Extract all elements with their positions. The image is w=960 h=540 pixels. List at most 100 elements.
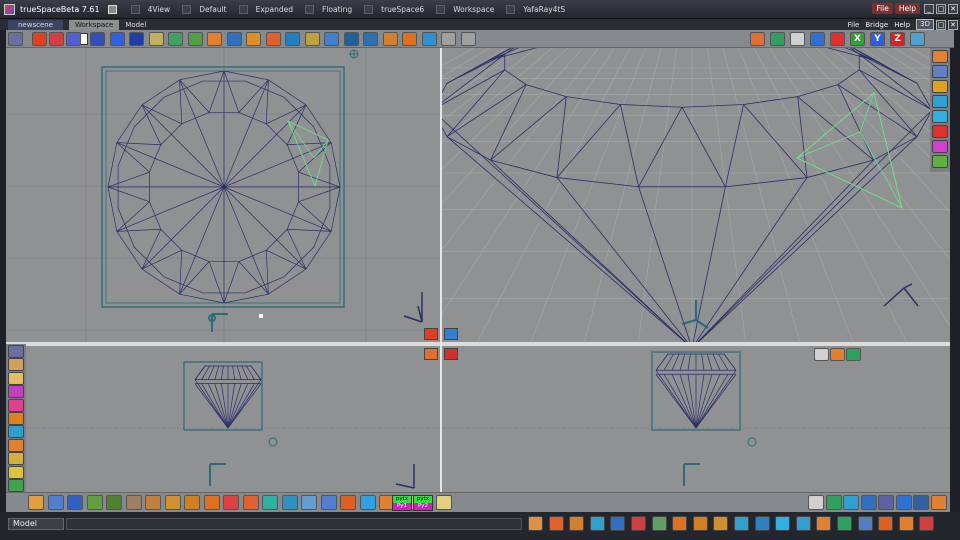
scale-icon[interactable] — [569, 516, 585, 531]
minimize-button[interactable]: _ — [924, 3, 934, 14]
viewport-top[interactable] — [6, 48, 440, 342]
toolbar-icon[interactable] — [8, 345, 24, 358]
atom-icon[interactable] — [932, 110, 948, 123]
cylinder-icon[interactable] — [8, 425, 24, 439]
move-icon[interactable] — [528, 516, 543, 531]
close-button[interactable]: ✕ — [948, 3, 958, 14]
weld-icon[interactable] — [402, 32, 417, 46]
z-axis-icon[interactable]: Z — [890, 32, 905, 46]
hand-icon[interactable] — [436, 495, 452, 510]
material-icon[interactable] — [246, 32, 261, 46]
weld-icon[interactable] — [589, 516, 605, 531]
target-icon[interactable] — [262, 495, 278, 510]
python-script-button[interactable]: pytx Py1 — [392, 495, 412, 511]
x-axis-icon[interactable]: X — [850, 32, 865, 46]
grid-icon[interactable] — [790, 32, 805, 46]
toolbar-menu-icon[interactable] — [8, 32, 23, 46]
dna-icon[interactable] — [359, 495, 376, 510]
earth-icon[interactable] — [145, 495, 161, 510]
layout-tab-truespace6[interactable]: trueSpace6 — [358, 0, 430, 19]
scale-icon[interactable] — [363, 32, 378, 46]
cube-icon[interactable] — [898, 516, 914, 531]
glass-icon[interactable] — [754, 516, 770, 531]
options-icon[interactable] — [910, 32, 925, 46]
flip-icon[interactable] — [631, 516, 646, 531]
layout-tab-default[interactable]: Default — [176, 0, 232, 19]
tab-workspace[interactable]: Workspace — [69, 19, 120, 30]
rewind-icon[interactable] — [49, 32, 64, 46]
y-axis-icon[interactable]: Y — [870, 32, 885, 46]
lights-icon[interactable] — [207, 32, 222, 46]
wood-icon[interactable] — [164, 495, 181, 510]
cursor-icon[interactable] — [808, 495, 824, 510]
plant-icon[interactable] — [86, 495, 103, 510]
paint-icon[interactable] — [187, 32, 203, 46]
close-button-2[interactable]: ✕ — [948, 19, 958, 30]
warp-icon[interactable] — [878, 516, 894, 531]
gem-tool-icon[interactable] — [830, 348, 845, 361]
viewport-splitter-horizontal[interactable] — [6, 342, 950, 346]
frame-icon[interactable] — [830, 32, 845, 46]
menu-file[interactable]: File — [872, 3, 893, 14]
stone-icon[interactable] — [125, 495, 142, 510]
pen-icon[interactable] — [223, 495, 239, 510]
wave-icon[interactable] — [281, 495, 298, 510]
lasso-icon[interactable] — [8, 358, 24, 372]
cut-icon[interactable] — [610, 516, 626, 531]
edge-tool-icon[interactable] — [846, 348, 861, 361]
tesselate-icon[interactable] — [651, 516, 667, 531]
no-icon[interactable] — [932, 125, 948, 138]
cube-icon[interactable] — [8, 438, 24, 452]
color-icon[interactable] — [932, 140, 948, 153]
pencil-icon[interactable] — [8, 465, 24, 479]
brush-icon[interactable] — [8, 371, 24, 385]
cursor-icon[interactable] — [814, 348, 829, 361]
viewport-home-icon[interactable] — [424, 348, 438, 360]
select-icon[interactable] — [382, 32, 398, 46]
hammer-icon[interactable] — [28, 495, 44, 510]
brush-icon[interactable] — [860, 495, 877, 510]
loop-icon[interactable] — [895, 495, 912, 510]
layout-tab-floating[interactable]: Floating — [299, 0, 358, 19]
arrow-up-icon[interactable] — [441, 32, 456, 46]
menu-help-2[interactable]: Help — [894, 21, 910, 29]
box-icon[interactable] — [932, 65, 948, 78]
flower-icon[interactable] — [816, 516, 832, 531]
pattern-icon[interactable] — [301, 495, 317, 510]
viewport-side[interactable] — [442, 346, 950, 492]
bottle-icon[interactable] — [47, 495, 64, 510]
end-icon[interactable] — [129, 32, 144, 46]
sphere-icon[interactable] — [265, 32, 281, 46]
layout-tab-workspace[interactable]: Workspace — [430, 0, 500, 19]
viewport-perspective[interactable] — [442, 48, 950, 342]
bucket-icon[interactable] — [242, 495, 259, 510]
viewport-splitter-vertical[interactable] — [440, 48, 442, 492]
axis-icon[interactable] — [340, 495, 356, 510]
tool-icon[interactable] — [203, 495, 220, 510]
grid-icon[interactable] — [713, 516, 729, 531]
restore-button-2[interactable]: □ — [936, 19, 946, 30]
brick-icon[interactable] — [184, 495, 200, 510]
viewport-toggle-icon[interactable] — [424, 328, 438, 340]
wand-icon[interactable] — [8, 452, 24, 466]
tile-icon[interactable] — [919, 516, 935, 531]
viewport-front[interactable] — [6, 346, 440, 492]
wave-icon[interactable] — [795, 516, 811, 531]
eye-icon[interactable] — [932, 95, 948, 108]
arrow-down-icon[interactable] — [460, 32, 476, 46]
pencil-icon[interactable] — [304, 32, 320, 46]
film-icon[interactable] — [734, 516, 749, 531]
layout-tab-expanded[interactable]: Expanded — [233, 0, 299, 19]
bevel-icon[interactable] — [421, 32, 437, 46]
deform-icon[interactable] — [913, 495, 929, 510]
navigate-icon[interactable] — [750, 32, 765, 46]
paintbrush-icon[interactable] — [67, 495, 83, 510]
menu-file-2[interactable]: File — [848, 21, 860, 29]
ruler-icon[interactable] — [857, 516, 873, 531]
plane-icon[interactable] — [320, 495, 337, 510]
rotate-icon[interactable] — [548, 516, 564, 531]
light-icon[interactable] — [932, 80, 948, 93]
rotate-icon[interactable] — [343, 32, 359, 46]
geometry-icon[interactable] — [285, 32, 300, 46]
primitive-icon[interactable] — [226, 32, 242, 46]
